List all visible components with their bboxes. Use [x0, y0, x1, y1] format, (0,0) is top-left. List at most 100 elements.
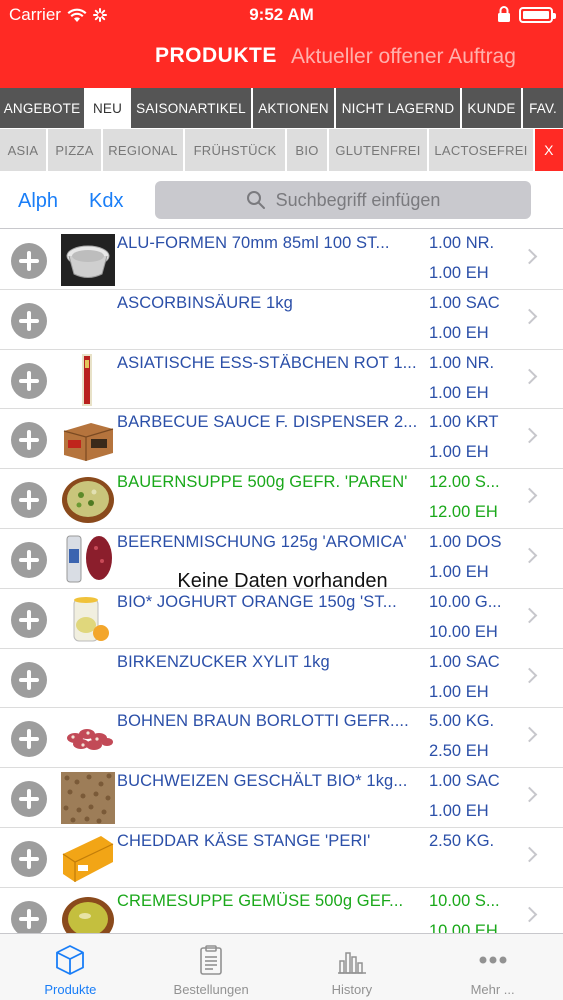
search-icon: [246, 191, 265, 209]
add-to-order-button[interactable]: [11, 422, 47, 459]
tab-bio[interactable]: BIO: [287, 129, 329, 171]
tab-glutenfrei[interactable]: GLUTENFREI: [329, 129, 429, 171]
chevron-right-icon: [521, 786, 538, 803]
product-row[interactable]: ALU-FORMEN 70mm 85ml 100 ST... 1.00 NR. 1.…: [0, 230, 563, 290]
tab-lactosefrei[interactable]: LACTOSEFREI: [429, 129, 535, 171]
tab-angebote[interactable]: ANGEBOTE: [0, 88, 86, 128]
tab-aktionen[interactable]: AKTIONEN: [253, 88, 336, 128]
product-name: BEERENMISCHUNG 125g 'AROMICA': [117, 532, 407, 551]
product-quantity-eh: 1.00 EH: [429, 323, 489, 342]
add-to-order-button[interactable]: [11, 661, 47, 698]
product-quantity-eh: 10.00 EH: [429, 921, 498, 933]
status-bar: Carrier 9:52 AM: [0, 0, 563, 30]
product-image: [61, 353, 115, 406]
product-row[interactable]: CREMESUPPE GEMÜSE 500g GEF... 10.00 S... 1…: [0, 888, 563, 933]
product-row[interactable]: CHEDDAR KÄSE STANGE 'PERI' 2.50 KG.: [0, 828, 563, 888]
product-name: CHEDDAR KÄSE STANGE 'PERI': [117, 831, 371, 850]
add-to-order-button[interactable]: [11, 840, 47, 877]
sort-kdx-button[interactable]: Kdx: [89, 190, 123, 213]
chevron-right-icon: [521, 428, 538, 444]
tabbar-bestellungen[interactable]: Bestellungen: [141, 934, 282, 1000]
product-quantity-eh: 1.00 EH: [429, 383, 489, 402]
tab-kunde[interactable]: KUNDE: [462, 88, 523, 128]
chevron-right-icon: [521, 607, 538, 624]
tabbar-mehr[interactable]: Mehr ...: [422, 934, 563, 1000]
search-input[interactable]: Suchbegriff einfügen: [155, 181, 531, 219]
product-quantity-unit: 1.00 SAC: [429, 772, 500, 791]
chevron-right-icon: [521, 547, 538, 564]
product-quantity-eh: 1.00 EH: [429, 802, 489, 821]
add-to-order-button[interactable]: [11, 900, 47, 933]
current-order-link[interactable]: Aktueller offener Auftrag: [291, 45, 516, 69]
product-image: [61, 891, 115, 933]
chevron-right-icon: [521, 308, 538, 325]
product-quantity-unit: 1.00 DOS: [429, 532, 502, 551]
add-to-order-button[interactable]: [11, 482, 47, 519]
product-row[interactable]: ASIATISCHE ESS-STÄBCHEN ROT 1... 1.00 NR.…: [0, 350, 563, 410]
product-name: BOHNEN BRAUN BORLOTTI GEFR....: [117, 712, 409, 731]
add-to-order-button[interactable]: [11, 302, 47, 339]
product-row[interactable]: BUCHWEIZEN GESCHÄLT BIO* 1kg... 1.00 SAC 1…: [0, 768, 563, 828]
product-quantity-unit: 1.00 NR.: [429, 353, 495, 372]
tab-neu[interactable]: NEU: [86, 88, 131, 128]
navigation-header: Carrier 9:52 AM PRODUKTE Aktueller offen…: [0, 0, 563, 88]
product-name: BUCHWEIZEN GESCHÄLT BIO* 1kg...: [117, 772, 408, 791]
product-quantity-eh: 2.50 EH: [429, 742, 489, 761]
product-row[interactable]: BIRKENZUCKER XYLIT 1kg 1.00 SAC 1.00 EH: [0, 649, 563, 709]
tab-bar: Produkte Bestellungen History Mehr ...: [0, 933, 563, 1000]
add-to-order-button[interactable]: [11, 601, 47, 638]
sort-alphabetical-button[interactable]: Alph: [18, 190, 58, 213]
page-title: PRODUKTE: [155, 44, 277, 67]
cube-icon: [56, 945, 85, 975]
product-quantity-eh: 1.00 EH: [429, 264, 489, 282]
product-quantity-unit: 10.00 S...: [429, 891, 500, 910]
tab-nicht-lagernd[interactable]: NICHT LAGERND: [336, 88, 462, 128]
product-quantity-unit: 1.00 KRT: [429, 413, 499, 432]
tab-favoriten[interactable]: FAV.: [523, 88, 563, 128]
empty-state-message: Keine Daten vorhanden: [177, 570, 388, 592]
product-image: [61, 772, 115, 825]
more-icon: [479, 956, 507, 964]
add-to-order-button[interactable]: [11, 781, 47, 818]
product-quantity-unit: 5.00 KG.: [429, 712, 495, 731]
product-quantity-unit: 12.00 S...: [429, 473, 500, 492]
chevron-right-icon: [521, 846, 538, 863]
product-row[interactable]: BOHNEN BRAUN BORLOTTI GEFR.... 5.00 KG. 2.…: [0, 708, 563, 769]
tab-regional[interactable]: REGIONAL: [103, 129, 185, 171]
tab-saisonartikel[interactable]: SAISONARTIKEL: [131, 88, 253, 128]
product-image: [61, 712, 115, 765]
product-name: BIRKENZUCKER XYLIT 1kg: [117, 652, 330, 671]
tabbar-produkte[interactable]: Produkte: [0, 934, 141, 1000]
rotation-lock-icon: [498, 6, 510, 22]
product-image: [61, 592, 115, 645]
chart-icon: [337, 952, 366, 974]
clear-filter-button[interactable]: X: [535, 129, 563, 171]
chevron-right-icon: [521, 487, 538, 504]
search-placeholder: Suchbegriff einfügen: [275, 189, 441, 210]
chevron-right-icon: [521, 248, 538, 265]
product-name: BAUERNSUPPE 500g GEFR. 'PAREN': [117, 473, 408, 492]
product-quantity-unit: 10.00 G...: [429, 592, 502, 611]
add-to-order-button[interactable]: [11, 362, 47, 399]
product-quantity-eh: 1.00 EH: [429, 682, 489, 701]
product-name: BARBECUE SAUCE F. DISPENSER 2...: [117, 413, 418, 432]
product-row[interactable]: BIO* JOGHURT ORANGE 150g 'ST... 10.00 G..…: [0, 589, 563, 649]
product-row[interactable]: BAUERNSUPPE 500g GEFR. 'PAREN' 12.00 S...…: [0, 469, 563, 529]
product-quantity-unit: 2.50 KG.: [429, 831, 495, 850]
product-name: ALU-FORMEN 70mm 85ml 100 ST...: [117, 234, 390, 252]
tab-fruehstueck[interactable]: FRÜHSTÜCK: [185, 129, 287, 171]
tab-asia[interactable]: ASIA: [0, 129, 48, 171]
chevron-right-icon: [521, 906, 538, 923]
chevron-right-icon: [521, 727, 538, 743]
tabbar-history[interactable]: History: [282, 934, 423, 1000]
add-to-order-button[interactable]: [11, 721, 47, 758]
product-quantity-eh: 12.00 EH: [429, 503, 498, 522]
add-to-order-button[interactable]: [11, 243, 47, 279]
chevron-right-icon: [521, 368, 538, 384]
product-row[interactable]: ASCORBINSÄURE 1kg 1.00 SAC 1.00 EH: [0, 290, 563, 350]
tab-pizza[interactable]: PIZZA: [48, 129, 103, 171]
product-quantity-unit: 1.00 SAC: [429, 652, 500, 671]
product-row[interactable]: BARBECUE SAUCE F. DISPENSER 2... 1.00 KRT…: [0, 409, 563, 470]
product-name: CREMESUPPE GEMÜSE 500g GEF...: [117, 891, 404, 910]
status-time: 9:52 AM: [249, 5, 314, 24]
